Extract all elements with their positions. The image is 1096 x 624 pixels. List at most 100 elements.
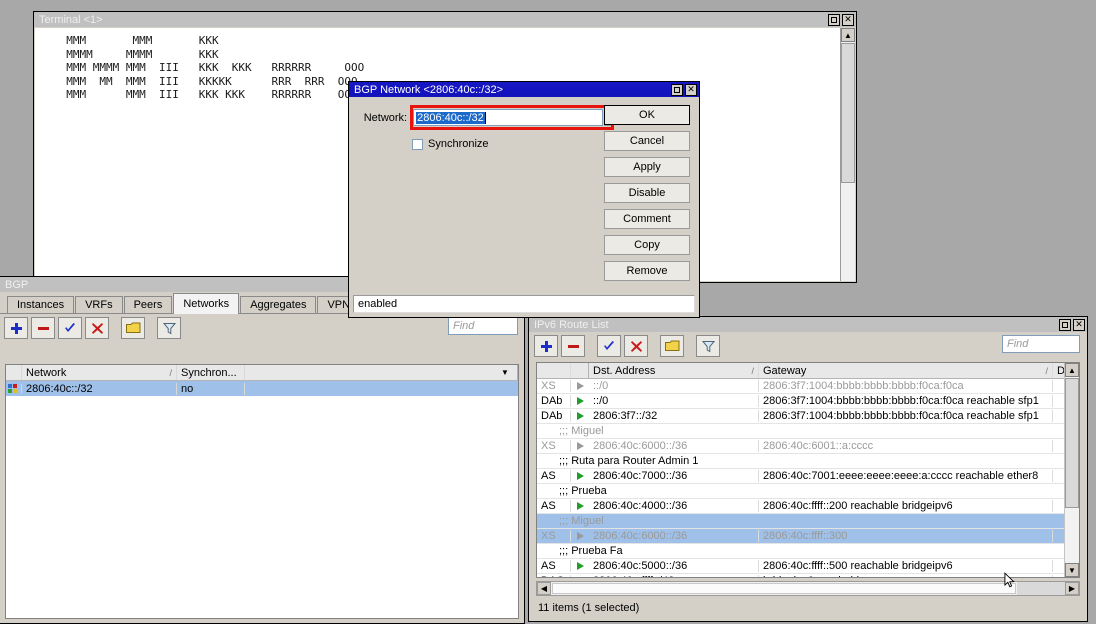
dialog-titlebar[interactable]: BGP Network <2806:40c::/32> ✕ <box>349 82 699 97</box>
route-comment: ;;; Prueba Fa <box>537 545 1079 557</box>
route-list-horizontal-scrollbar[interactable]: ◀ ▶ <box>536 581 1080 596</box>
hscroll-thumb[interactable] <box>552 583 1016 594</box>
network-label: Network: <box>359 112 407 124</box>
tab-vrfs[interactable]: VRFs <box>75 296 123 313</box>
table-row[interactable]: DAb::/02806:3f7:1004:bbbb:bbbb:bbbb:f0ca… <box>537 394 1079 409</box>
scroll-up-icon[interactable]: ▲ <box>841 28 855 42</box>
route-grid-header: Dst. Address / Gateway / Distance ▼ <box>537 363 1079 379</box>
comment-icon[interactable] <box>660 335 684 357</box>
hscroll-track[interactable] <box>1017 582 1065 595</box>
route-active-arrow-icon <box>571 577 589 578</box>
route-flags: XS <box>537 440 571 452</box>
remove-button[interactable] <box>31 317 55 339</box>
remove-button[interactable]: Remove <box>604 261 690 281</box>
route-dst-address: 2806:40c:4000::/36 <box>589 500 759 512</box>
enable-button[interactable] <box>58 317 82 339</box>
ok-button[interactable]: OK <box>604 105 690 125</box>
cancel-button[interactable]: Cancel <box>604 131 690 151</box>
disable-button[interactable] <box>85 317 109 339</box>
scroll-up-icon[interactable]: ▲ <box>1065 363 1079 377</box>
comment-row[interactable]: ;;; Prueba Fa <box>537 544 1079 559</box>
close-icon[interactable]: ✕ <box>1073 319 1085 331</box>
tab-aggregates[interactable]: Aggregates <box>240 296 316 313</box>
comment-icon[interactable] <box>121 317 145 339</box>
disable-button[interactable] <box>624 335 648 357</box>
remove-button[interactable] <box>561 335 585 357</box>
tab-peers[interactable]: Peers <box>124 296 173 313</box>
scroll-thumb[interactable] <box>841 43 855 183</box>
column-synchronize[interactable]: Synchron... <box>177 365 245 380</box>
maximize-icon[interactable] <box>828 14 840 26</box>
comment-row[interactable]: ;;; Prueba <box>537 484 1079 499</box>
comment-row[interactable]: ;;; Miguel <box>537 514 1079 529</box>
close-icon[interactable]: ✕ <box>842 14 854 26</box>
table-row[interactable]: XS2806:40c:6000::/362806:40c:6001::a:ccc… <box>537 439 1079 454</box>
route-comment: ;;; Miguel <box>537 425 1079 437</box>
enable-button[interactable] <box>597 335 621 357</box>
network-icon <box>8 384 17 393</box>
maximize-icon[interactable] <box>671 84 683 96</box>
table-row[interactable]: XS::/02806:3f7:1004:bbbb:bbbb:bbbb:f0ca:… <box>537 379 1079 394</box>
add-button[interactable] <box>4 317 28 339</box>
bgp-network-dialog[interactable]: BGP Network <2806:40c::/32> ✕ Network: 2… <box>348 81 700 318</box>
column-flags[interactable] <box>537 363 571 378</box>
bgp-window[interactable]: BGP Instances VRFs Peers Networks Aggreg… <box>0 276 525 624</box>
close-icon[interactable]: ✕ <box>685 84 697 96</box>
column-network-label: Network <box>26 367 66 379</box>
column-flags[interactable] <box>6 365 22 380</box>
search-input[interactable]: Find <box>1002 335 1080 353</box>
route-comment: ;;; Ruta para Router Admin 1 <box>537 455 1079 467</box>
table-row[interactable]: DAC2806:40c:ffff::/48bridgeipv6 reachabl… <box>537 574 1079 578</box>
table-row[interactable]: DAb2806:3f7::/322806:3f7:1004:bbbb:bbbb:… <box>537 409 1079 424</box>
route-list-titlebar[interactable]: IPv6 Route List ✕ <box>529 317 1087 332</box>
route-list-grid[interactable]: Dst. Address / Gateway / Distance ▼ XS::… <box>536 362 1080 578</box>
comment-row[interactable]: ;;; Miguel <box>537 424 1079 439</box>
apply-button[interactable]: Apply <box>604 157 690 177</box>
terminal-titlebar[interactable]: Terminal <1> ✕ <box>34 12 856 27</box>
comment-row[interactable]: ;;; Ruta para Router Admin 1 <box>537 454 1079 469</box>
route-active-arrow-icon <box>571 397 589 405</box>
column-extra[interactable]: ▼ <box>245 365 518 380</box>
bgp-toolbar: Find <box>0 314 524 342</box>
bgp-networks-grid[interactable]: Network / Synchron... ▼ <box>5 364 519 619</box>
route-dst-address: ::/0 <box>589 395 759 407</box>
maximize-icon[interactable] <box>1059 319 1071 331</box>
filter-icon[interactable] <box>696 335 720 357</box>
scroll-left-icon[interactable]: ◀ <box>537 582 551 595</box>
tab-networks[interactable]: Networks <box>173 293 239 314</box>
route-dst-address: 2806:40c:ffff::/48 <box>589 575 759 578</box>
column-dst-address[interactable]: Dst. Address / <box>589 363 759 378</box>
column-status-arrow[interactable] <box>571 363 589 378</box>
route-list-status: 11 items (1 selected) <box>536 599 1080 617</box>
route-list-title: IPv6 Route List <box>534 319 1059 331</box>
table-row[interactable]: AS2806:40c:4000::/362806:40c:ffff::200 r… <box>537 499 1079 514</box>
chevron-down-icon[interactable]: ▼ <box>497 368 513 377</box>
comment-button[interactable]: Comment <box>604 209 690 229</box>
tab-instances[interactable]: Instances <box>7 296 74 313</box>
copy-button[interactable]: Copy <box>604 235 690 255</box>
column-network[interactable]: Network / <box>22 365 177 380</box>
disable-button[interactable]: Disable <box>604 183 690 203</box>
synchronize-checkbox[interactable] <box>412 139 423 150</box>
add-button[interactable] <box>534 335 558 357</box>
route-list-vertical-scrollbar[interactable]: ▲ ▼ <box>1064 363 1079 577</box>
table-row[interactable]: XS2806:40c:6000::/362806:40c:ffff::300 <box>537 529 1079 544</box>
sort-ascending-icon: / <box>751 366 754 376</box>
synchronize-row[interactable]: Synchronize <box>412 138 596 150</box>
network-input-wrapper: 2806:40c::/32 <box>413 109 596 126</box>
route-gateway: 2806:40c:ffff::300 <box>759 530 1053 542</box>
search-input[interactable]: Find <box>448 317 518 335</box>
terminal-scrollbar[interactable]: ▲ <box>840 28 855 281</box>
route-active-arrow-icon <box>571 562 589 570</box>
dialog-form: Network: 2806:40c::/32 Synchronize <box>350 98 596 292</box>
scroll-thumb[interactable] <box>1065 378 1079 508</box>
table-row[interactable]: AS2806:40c:7000::/362806:40c:7001:eeee:e… <box>537 469 1079 484</box>
filter-icon[interactable] <box>157 317 181 339</box>
route-dst-address: 2806:40c:6000::/36 <box>589 530 759 542</box>
table-row[interactable]: 2806:40c::/32 no <box>6 381 518 396</box>
scroll-down-icon[interactable]: ▼ <box>1065 563 1079 577</box>
ipv6-route-list-window[interactable]: IPv6 Route List ✕ <box>528 316 1088 622</box>
table-row[interactable]: AS2806:40c:5000::/362806:40c:ffff::500 r… <box>537 559 1079 574</box>
column-gateway[interactable]: Gateway / <box>759 363 1053 378</box>
scroll-right-icon[interactable]: ▶ <box>1065 582 1079 595</box>
